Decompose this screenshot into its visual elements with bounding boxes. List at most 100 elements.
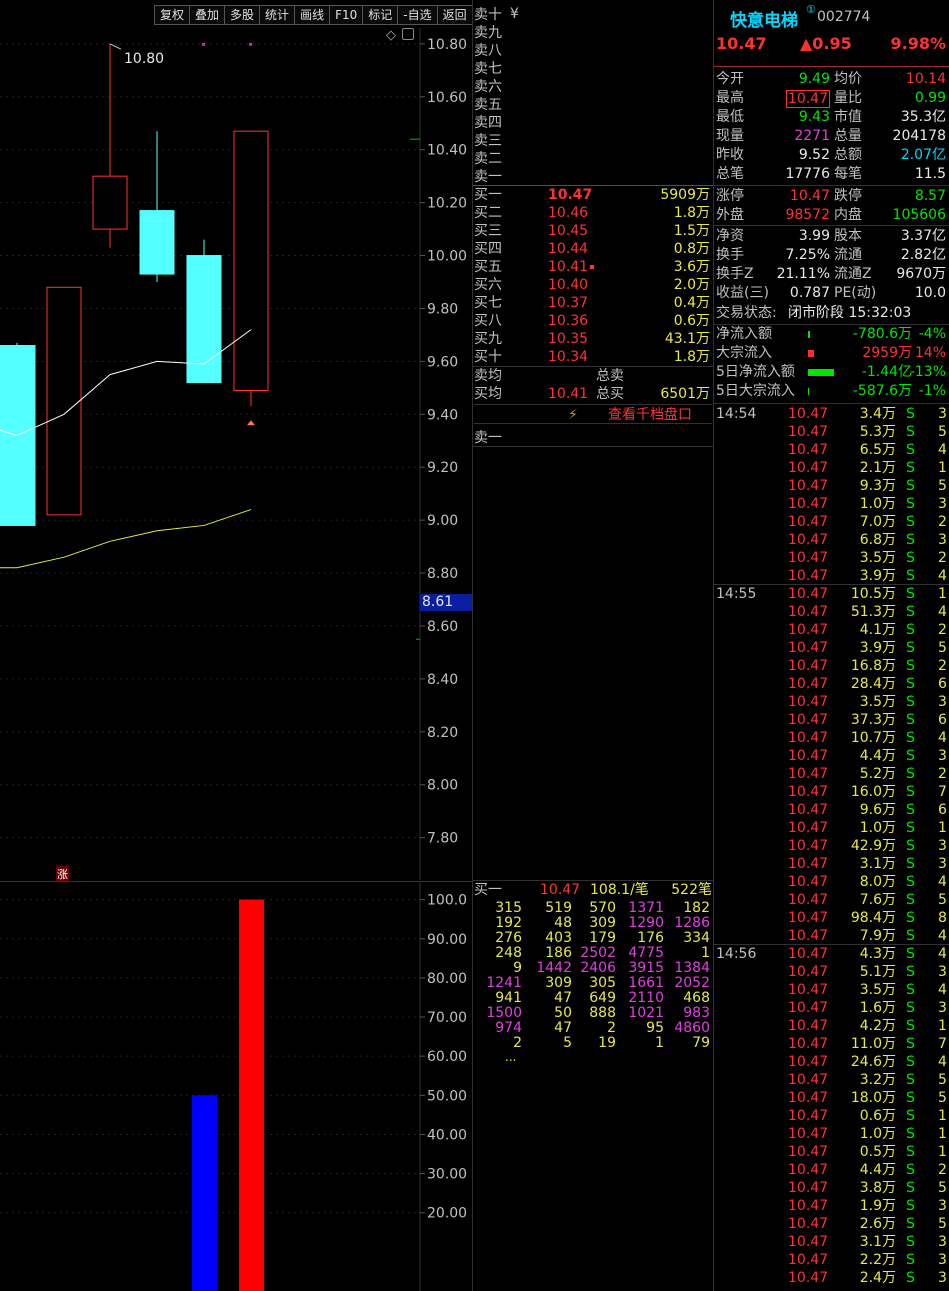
tick-price: 10.47 bbox=[788, 1090, 829, 1106]
tick-count: 5 bbox=[938, 1072, 947, 1088]
buy-level-row[interactable]: 买五 10.41 3.6万 bbox=[474, 258, 712, 276]
tick-count: 2 bbox=[938, 622, 947, 638]
queue-cell: 1 bbox=[655, 1035, 664, 1051]
tick-row: 10.47 7.0万 S 2 bbox=[716, 513, 948, 531]
tick-side: S bbox=[906, 874, 915, 890]
limit-up-marker: 涨 bbox=[56, 866, 69, 882]
tick-volume: 10.5万 bbox=[850, 586, 896, 602]
toolbar-button-7[interactable]: -自选 bbox=[397, 5, 438, 25]
tick-side: S bbox=[906, 604, 915, 620]
chart-settings-icon[interactable]: ◇ bbox=[386, 28, 396, 43]
tick-side: S bbox=[906, 784, 915, 800]
vol-tick-label: 100.0 bbox=[427, 893, 467, 909]
queue-row: 941 47 649 2110 468 bbox=[474, 991, 712, 1006]
buy-level-row[interactable]: 买七 10.37 0.4万 bbox=[474, 294, 712, 312]
buy-level-vol: 1.5万 bbox=[673, 223, 710, 239]
sell-level-row[interactable]: 卖九 bbox=[474, 24, 712, 42]
toolbar-button-2[interactable]: 多股 bbox=[224, 5, 261, 25]
tick-count: 4 bbox=[938, 568, 947, 584]
toolbar-button-1[interactable]: 叠加 bbox=[189, 5, 226, 25]
tick-row: 10.47 5.2万 S 2 bbox=[716, 765, 948, 783]
sell-level-row[interactable]: 卖八 bbox=[474, 42, 712, 60]
tick-side: S bbox=[906, 424, 915, 440]
volume-chart[interactable]: 100.0 90.00 80.00 70.00 60.00 50.00 40.00 30.00… bbox=[0, 882, 472, 1291]
chart-toolbar: 复权 叠加 多股 统计 画线 F10 标记 -自选 返回 bbox=[154, 5, 473, 25]
sell-level-row[interactable]: 卖二 bbox=[474, 150, 712, 168]
queue-cell: 47 bbox=[554, 990, 572, 1006]
sell-level-row[interactable]: 卖六 bbox=[474, 78, 712, 96]
tick-volume: 9.3万 bbox=[859, 478, 896, 494]
tick-volume: 10.7万 bbox=[850, 730, 896, 746]
quote-label: 市值 bbox=[834, 109, 862, 125]
toolbar-button-4[interactable]: 画线 bbox=[294, 5, 331, 25]
tick-row: 10.47 3.8万 S 5 bbox=[716, 1179, 948, 1197]
tick-count: 7 bbox=[938, 1036, 947, 1052]
quote-label: 收益(三) bbox=[716, 285, 769, 301]
price-tick-label: 10.40 bbox=[427, 143, 467, 159]
tick-price: 10.47 bbox=[788, 1000, 829, 1016]
buy-level-row[interactable]: 买四 10.44 0.8万 bbox=[474, 240, 712, 258]
capital-flow-bar bbox=[808, 350, 814, 357]
tick-volume: 1.0万 bbox=[859, 496, 896, 512]
tick-price: 10.47 bbox=[788, 712, 829, 728]
buy-level-row[interactable]: 买九 10.35 43.1万 bbox=[474, 330, 712, 348]
buy-level-label: 买七 bbox=[474, 295, 502, 311]
quote-value: 0.787 bbox=[789, 285, 830, 301]
toolbar-button-8[interactable]: 返回 bbox=[436, 5, 473, 25]
queue-row: 2 5 19 1 79 bbox=[474, 1036, 712, 1051]
buy-level-row[interactable]: 买八 10.36 0.6万 bbox=[474, 312, 712, 330]
tick-row: 10.47 4.4万 S 3 bbox=[716, 747, 948, 765]
tick-count: 6 bbox=[938, 676, 947, 692]
queue-cell: 1661 bbox=[628, 975, 664, 991]
buy-level-row[interactable]: 买二 10.46 1.8万 bbox=[474, 204, 712, 222]
tick-side: S bbox=[906, 1270, 915, 1286]
chart-config-icon[interactable] bbox=[402, 28, 414, 40]
queue-cell: 1442 bbox=[536, 960, 572, 976]
tick-row: 10.47 7.9万 S 4 bbox=[716, 927, 948, 945]
quote-row: 最高 10.47 量比 0.99 bbox=[716, 89, 948, 108]
buy-level-row[interactable]: 买一 10.47 5909万 bbox=[474, 186, 712, 204]
view-1000-level-link[interactable]: ⚡ 查看千档盘口 bbox=[474, 404, 712, 424]
capital-flow-row: 5日净流入额 -1.44亿 -13% bbox=[716, 363, 948, 382]
tick-count: 5 bbox=[938, 892, 947, 908]
avg-sell-label: 卖均 bbox=[474, 368, 502, 384]
toolbar-button-5[interactable]: F10 bbox=[329, 5, 364, 25]
capital-flow-row: 5日大宗流入 -587.6万 -1% bbox=[716, 382, 948, 401]
capital-flow-value: -1.44亿 bbox=[861, 364, 912, 380]
queue-cell: 649 bbox=[589, 990, 616, 1006]
tick-volume: 3.4万 bbox=[859, 406, 896, 422]
tick-volume: 3.2万 bbox=[859, 1072, 896, 1088]
sell-level-row[interactable]: 卖三 bbox=[474, 132, 712, 150]
tick-price: 10.47 bbox=[788, 1234, 829, 1250]
toolbar-button-6[interactable]: 标记 bbox=[362, 5, 399, 25]
tick-volume: 1.0万 bbox=[859, 1126, 896, 1142]
queue-row: 192 48 309 1290 1286 bbox=[474, 916, 712, 931]
tick-count: 2 bbox=[938, 658, 947, 674]
queue-cell: 248 bbox=[495, 945, 522, 961]
sell-level-row[interactable]: 卖四 bbox=[474, 114, 712, 132]
queue-cell: 315 bbox=[495, 900, 522, 916]
buy-level-row[interactable]: 买十 10.34 1.8万 bbox=[474, 348, 712, 366]
queue-cell: 5 bbox=[563, 1035, 572, 1051]
buy-level-row[interactable]: 买六 10.40 2.0万 bbox=[474, 276, 712, 294]
queue-avg: 108.1/笔 bbox=[590, 882, 649, 898]
tick-side: S bbox=[906, 532, 915, 548]
kline-chart[interactable]: 10.80 10.60 10.40 10.20 10.00 9.80 9.60 9.40 9.2… bbox=[0, 28, 472, 880]
tick-volume: 3.1万 bbox=[859, 856, 896, 872]
queue-cell: 1286 bbox=[674, 915, 710, 931]
sell-level-row[interactable]: 卖五 bbox=[474, 96, 712, 114]
toolbar-button-3[interactable]: 统计 bbox=[259, 5, 296, 25]
price-change-pct: 9.98% bbox=[890, 34, 946, 53]
tick-row: 10.47 1.0万 S 3 bbox=[716, 495, 948, 513]
tick-side: S bbox=[906, 748, 915, 764]
volume-bar bbox=[239, 899, 264, 1291]
sell-level-row[interactable]: 卖一 bbox=[474, 168, 712, 186]
quote-label: 涨停 bbox=[716, 188, 744, 204]
tick-count: 1 bbox=[938, 1108, 947, 1124]
buy-level-row[interactable]: 买三 10.45 1.5万 bbox=[474, 222, 712, 240]
sell-level-row[interactable]: 卖七 bbox=[474, 60, 712, 78]
quote-value: 9670万 bbox=[896, 266, 946, 282]
queue-cell: 176 bbox=[637, 930, 664, 946]
quote-row: 收益(三) 0.787 PE(动) 10.0 bbox=[716, 284, 948, 303]
toolbar-button-0[interactable]: 复权 bbox=[154, 5, 191, 25]
